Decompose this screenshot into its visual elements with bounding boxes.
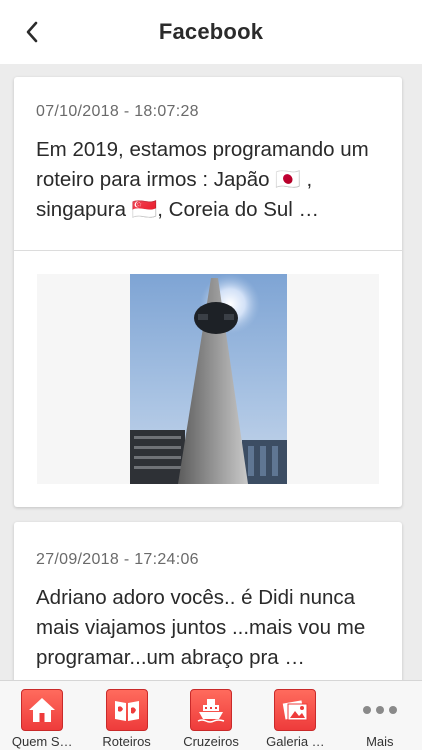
post-date: 27/09/2018 - 17:24:06 <box>36 551 199 568</box>
more-icon <box>359 689 401 731</box>
gallery-icon <box>274 689 317 731</box>
tab-bar: Quem S… Roteiros Cruzeiros Galeria … Mai… <box>0 680 422 750</box>
tab-label: Cruzeiros <box>183 734 239 749</box>
post-message: Adriano adoro vocês.. é Didi nunca mais … <box>36 586 366 669</box>
back-button[interactable] <box>18 18 46 46</box>
tab-label: Mais <box>366 734 394 749</box>
photo-frame <box>37 274 379 484</box>
post-date: 07/10/2018 - 18:07:28 <box>36 103 199 120</box>
page-title: Facebook <box>158 19 264 44</box>
post-card[interactable]: 07/10/2018 - 18:07:28 Em 2019, estamos p… <box>14 77 402 507</box>
tab-label: Quem S… <box>11 734 73 749</box>
post-photo[interactable] <box>129 274 287 484</box>
tab-label: Roteiros <box>102 734 151 749</box>
chevron-left-icon <box>26 21 38 43</box>
ship-icon <box>190 689 233 731</box>
tab-mais[interactable]: Mais <box>338 681 422 750</box>
tab-label: Galeria … <box>266 734 325 749</box>
obelisk-monument-photo <box>129 274 287 484</box>
post-content: 07/10/2018 - 18:07:28 Em 2019, estamos p… <box>14 77 402 250</box>
post-content: 27/09/2018 - 17:24:06 Adriano adoro você… <box>14 522 402 680</box>
post-card[interactable]: 27/09/2018 - 17:24:06 Adriano adoro você… <box>14 522 402 680</box>
post-media <box>14 251 402 507</box>
tab-quem-somos[interactable]: Quem S… <box>0 681 84 750</box>
tab-cruzeiros[interactable]: Cruzeiros <box>169 681 253 750</box>
tab-roteiros[interactable]: Roteiros <box>84 681 168 750</box>
tab-galeria[interactable]: Galeria … <box>253 681 337 750</box>
navigation-bar: Facebook <box>0 0 422 64</box>
home-icon <box>21 689 64 731</box>
map-book-icon <box>105 689 148 731</box>
post-message: Em 2019, estamos programando um roteiro … <box>36 138 369 221</box>
post-feed[interactable]: 07/10/2018 - 18:07:28 Em 2019, estamos p… <box>0 64 422 680</box>
